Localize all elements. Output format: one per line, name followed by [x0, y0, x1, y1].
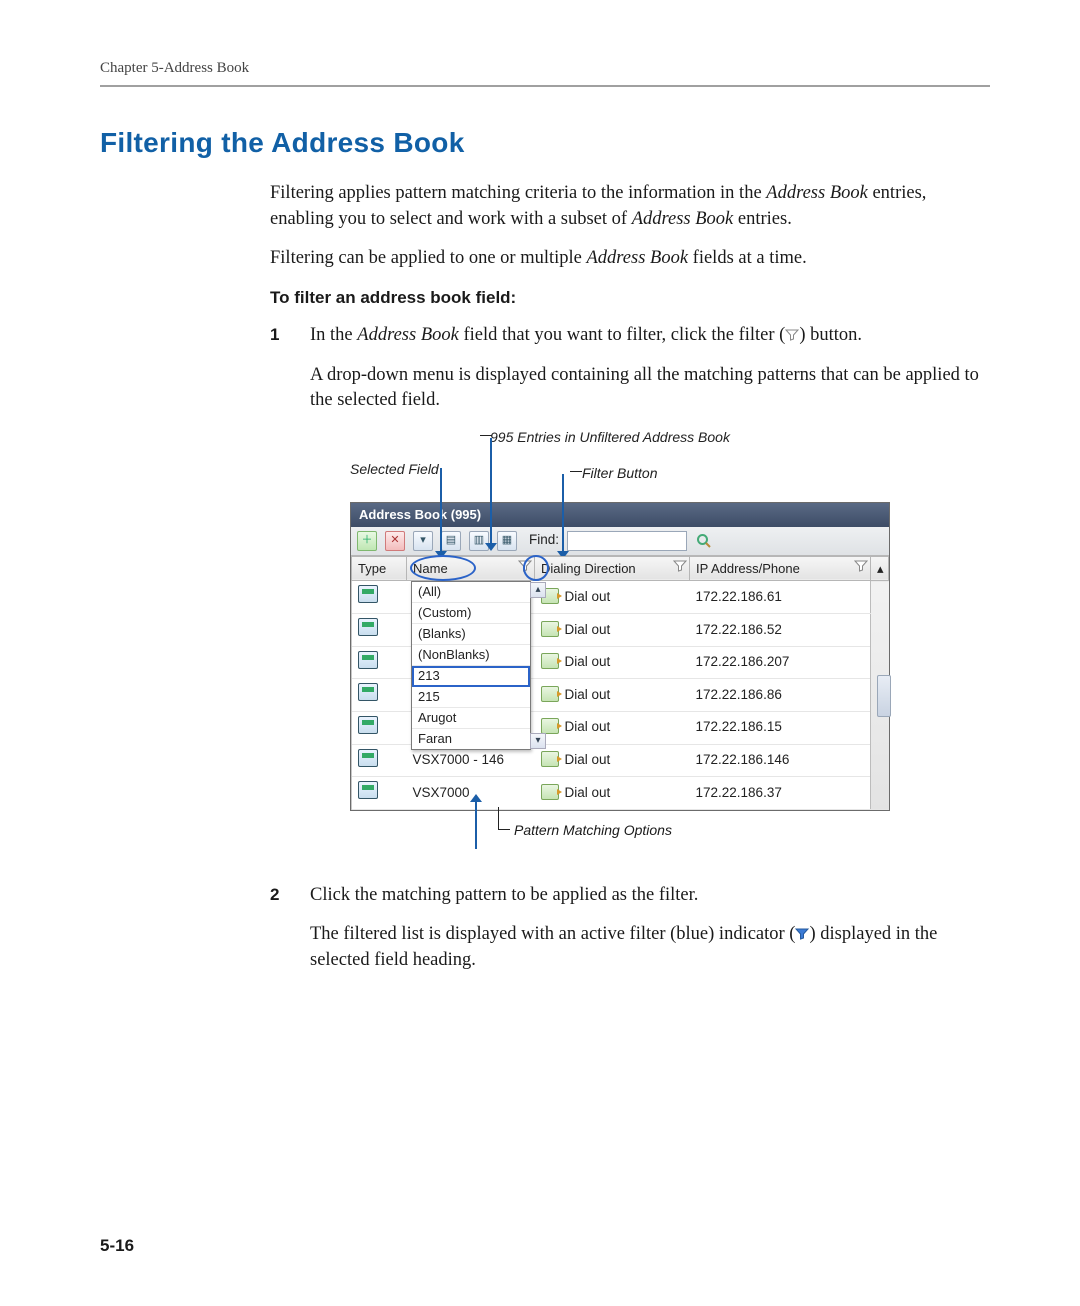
header-rule [100, 85, 990, 87]
funnel-icon [785, 325, 799, 339]
body-text: Filtering applies pattern matching crite… [270, 181, 990, 987]
dial-out-icon [541, 784, 559, 800]
type-cell [352, 711, 407, 744]
scroll-up-icon[interactable]: ▴ [530, 582, 546, 598]
step-1: 1 In the Address Book field that you wan… [270, 323, 990, 869]
col-ip[interactable]: IP Address/Phone [690, 556, 871, 581]
filter-icon[interactable] [673, 559, 687, 573]
find-input[interactable] [567, 531, 687, 551]
col-direction[interactable]: Dialing Direction [535, 556, 690, 581]
funnel-blue-icon [795, 924, 809, 938]
intro-p2: Filtering can be applied to one or multi… [270, 246, 990, 272]
arrow-icon [562, 474, 564, 552]
ip-cell: 172.22.186.86 [690, 679, 871, 712]
section-title: Filtering the Address Book [100, 127, 990, 159]
type-cell [352, 679, 407, 712]
step-2: 2 Click the matching pattern to be appli… [270, 883, 990, 988]
step-number: 1 [270, 323, 310, 869]
type-cell [352, 646, 407, 679]
procedure-lead: To filter an address book field: [270, 286, 990, 309]
ip-cell: 172.22.186.52 [690, 614, 871, 647]
dropdown-option[interactable]: (NonBlanks) [412, 645, 530, 666]
device-icon [358, 683, 378, 701]
arrow-icon [475, 801, 477, 849]
type-cell [352, 581, 407, 614]
arrow-icon [440, 468, 442, 552]
type-cell [352, 744, 407, 777]
add-entry-icon[interactable]: ＋ [357, 531, 377, 551]
direction-cell: Dial out [535, 777, 690, 810]
toolbar-icon[interactable]: ▦ [497, 531, 517, 551]
filter-icon[interactable] [518, 559, 532, 573]
running-head: Chapter 5-Address Book [100, 60, 990, 77]
ip-cell: 172.22.186.207 [690, 646, 871, 679]
step-2-line-2: The filtered list is displayed with an a… [310, 922, 990, 973]
dial-out-icon [541, 686, 559, 702]
callout-entries: 995 Entries in Unfiltered Address Book [490, 428, 730, 447]
scrollbar[interactable] [871, 581, 889, 809]
dropdown-option[interactable]: (Custom) [412, 603, 530, 624]
callout-pattern-options: Pattern Matching Options [514, 821, 672, 840]
scroll-up-icon[interactable]: ▴ [871, 556, 889, 581]
device-icon [358, 781, 378, 799]
window-title: Address Book (995) [351, 503, 889, 527]
ip-cell: 172.22.186.37 [690, 777, 871, 810]
direction-cell: Dial out [535, 744, 690, 777]
direction-cell: Dial out [535, 679, 690, 712]
screenshot-address-book: Address Book (995) ＋ ✕ ▾ ▤ ▥ ▦ Find: [350, 502, 890, 811]
dropdown-option[interactable]: 215 [412, 687, 530, 708]
find-label: Find: [529, 531, 559, 550]
ip-cell: 172.22.186.15 [690, 711, 871, 744]
step-2-line-1: Click the matching pattern to be applied… [310, 883, 990, 909]
device-icon [358, 618, 378, 636]
filter-dropdown[interactable]: ▴ ▾ (All)(Custom)(Blanks)(NonBlanks)2132… [411, 581, 531, 750]
dropdown-option[interactable]: 213 [412, 666, 530, 687]
step-1-line-2: A drop-down menu is displayed containing… [310, 363, 990, 414]
filter-icon[interactable] [854, 559, 868, 573]
toolbar-icon[interactable]: ▤ [441, 531, 461, 551]
direction-cell: Dial out [535, 581, 690, 614]
scrollbar-thumb[interactable] [877, 675, 891, 717]
scroll-down-icon[interactable]: ▾ [530, 733, 546, 749]
direction-cell: Dial out [535, 711, 690, 744]
direction-cell: Dial out [535, 614, 690, 647]
ip-cell: 172.22.186.146 [690, 744, 871, 777]
dropdown-option[interactable]: (Blanks) [412, 624, 530, 645]
callout-filter-button: Filter Button [582, 464, 657, 483]
direction-cell: Dial out [535, 646, 690, 679]
intro-p1: Filtering applies pattern matching crite… [270, 181, 990, 232]
arrow-icon [490, 438, 492, 544]
col-name[interactable]: Name [407, 556, 535, 581]
dropdown-option[interactable]: (All) [412, 582, 530, 603]
page-number: 5-16 [100, 1236, 134, 1256]
figure: 995 Entries in Unfiltered Address Book S… [350, 428, 890, 851]
ip-cell: 172.22.186.61 [690, 581, 871, 614]
step-number: 2 [270, 883, 310, 988]
col-type[interactable]: Type [352, 556, 407, 581]
callout-selected-field: Selected Field [350, 460, 439, 479]
dial-out-icon [541, 653, 559, 669]
search-icon[interactable] [695, 532, 713, 550]
dropdown-option[interactable]: Arugot [412, 708, 530, 729]
table-row[interactable]: VSX7000Dial out172.22.186.37 [352, 777, 889, 810]
toolbar-icon[interactable]: ▾ [413, 531, 433, 551]
device-icon [358, 749, 378, 767]
delete-entry-icon[interactable]: ✕ [385, 531, 405, 551]
device-icon [358, 585, 378, 603]
device-icon [358, 651, 378, 669]
dropdown-option[interactable]: Faran [412, 729, 530, 749]
step-1-line-1: In the Address Book field that you want … [310, 323, 990, 349]
dial-out-icon [541, 751, 559, 767]
device-icon [358, 716, 378, 734]
type-cell [352, 777, 407, 810]
dial-out-icon [541, 621, 559, 637]
toolbar: ＋ ✕ ▾ ▤ ▥ ▦ Find: [351, 527, 889, 556]
type-cell [352, 614, 407, 647]
